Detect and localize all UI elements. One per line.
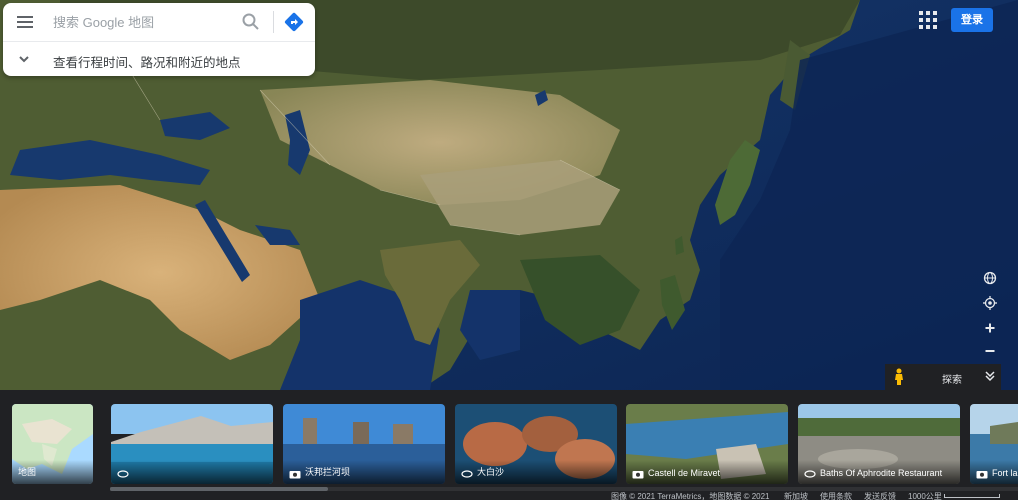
camera-icon	[976, 471, 988, 479]
my-location-button[interactable]	[979, 292, 1001, 314]
card-label: Fort la	[992, 468, 1018, 478]
menu-icon-line	[17, 21, 33, 23]
cards-scrollbar-thumb[interactable]	[110, 487, 328, 491]
signin-button[interactable]: 登录	[951, 8, 993, 32]
360-icon	[461, 470, 473, 478]
card-label: Baths Of Aphrodite Restaurant	[820, 468, 943, 478]
pegman-icon[interactable]	[892, 368, 906, 386]
zoom-in-button[interactable]	[979, 317, 1001, 339]
photo-card[interactable]: Castell de Miravet	[626, 404, 788, 484]
menu-icon-line	[17, 26, 33, 28]
globe-view-button[interactable]	[979, 267, 1001, 289]
google-maps-window: 查看行程时间、路况和附近的地点 登录 探索 地图	[0, 0, 1018, 500]
minus-icon	[985, 350, 995, 352]
chevron-double-down-icon[interactable]	[983, 369, 997, 383]
trip-info-toggle[interactable]: 查看行程时间、路况和附近的地点	[3, 42, 315, 76]
search-input[interactable]	[53, 11, 233, 33]
plus-icon	[985, 323, 995, 333]
card-label: Castell de Miravet	[648, 468, 721, 478]
card-label: 大白沙	[477, 467, 505, 477]
360-icon	[804, 470, 816, 478]
region-link[interactable]: 新加坡	[784, 491, 808, 500]
menu-button[interactable]	[14, 12, 36, 32]
feedback-link[interactable]: 发送反馈	[864, 491, 896, 500]
card-label: 沃邦拦河坝	[305, 467, 351, 477]
trip-hint-text: 查看行程时间、路况和附近的地点	[53, 56, 241, 70]
photo-card[interactable]	[111, 404, 273, 484]
my-location-icon	[983, 296, 997, 310]
search-panel: 查看行程时间、路况和附近的地点	[3, 3, 315, 76]
photo-card[interactable]: Baths Of Aphrodite Restaurant	[798, 404, 960, 484]
menu-icon	[17, 16, 33, 18]
map-type-card[interactable]: 地图	[12, 404, 93, 484]
photo-card[interactable]: Fort la	[970, 404, 1018, 484]
explore-label[interactable]: 探索	[942, 371, 962, 386]
divider	[273, 11, 274, 33]
camera-icon	[289, 471, 301, 479]
search-bar	[3, 3, 315, 41]
photo-card[interactable]: 沃邦拦河坝	[283, 404, 445, 484]
google-apps-icon[interactable]	[919, 11, 937, 29]
zoom-out-button[interactable]	[979, 340, 1001, 362]
camera-icon	[632, 471, 644, 479]
globe-icon	[983, 271, 997, 285]
360-icon	[117, 470, 129, 478]
attribution-text: 图像 © 2021 TerraMetrics，地图数据 © 2021	[611, 492, 770, 500]
directions-icon[interactable]	[283, 11, 305, 33]
scale-label[interactable]: 1000公里	[908, 491, 942, 500]
card-shade	[111, 460, 273, 484]
terms-link[interactable]: 使用条款	[820, 491, 852, 500]
photo-card[interactable]: 大白沙	[455, 404, 617, 484]
card-label: 地图	[18, 467, 37, 477]
scale-bar	[944, 494, 1000, 498]
search-icon[interactable]	[241, 12, 261, 32]
chevron-down-icon	[19, 56, 29, 63]
